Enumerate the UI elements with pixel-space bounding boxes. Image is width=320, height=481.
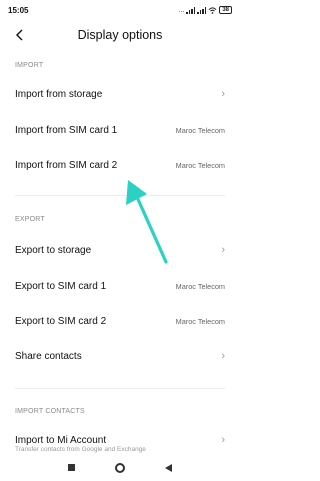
row-export-to-sim2[interactable]: Export to SIM card 2 Maroc Telecom bbox=[0, 307, 240, 335]
section-label-export: EXPORT bbox=[15, 216, 45, 223]
chevron-right-icon: › bbox=[221, 434, 225, 446]
row-share-contacts[interactable]: Share contacts › bbox=[0, 342, 240, 370]
header: Display options bbox=[0, 22, 240, 50]
chevron-right-icon: › bbox=[221, 244, 225, 256]
section-label-import: IMPORT bbox=[15, 62, 44, 69]
row-value: Maroc Telecom bbox=[175, 125, 225, 135]
signal-icon bbox=[197, 6, 207, 14]
row-value: Maroc Telecom bbox=[175, 160, 225, 170]
chevron-right-icon: › bbox=[221, 88, 225, 100]
triangle-icon[interactable] bbox=[165, 463, 172, 472]
section-label-import-contacts: IMPORT CONTACTS bbox=[15, 408, 85, 415]
row-import-from-sim1[interactable]: Import from SIM card 1 Maroc Telecom bbox=[0, 116, 240, 144]
row-label: Import from storage bbox=[15, 88, 103, 100]
chevron-right-icon: › bbox=[221, 350, 225, 362]
divider bbox=[15, 388, 225, 389]
row-label: Export to storage bbox=[15, 244, 92, 256]
circle-icon[interactable] bbox=[115, 462, 125, 473]
navigation-bar bbox=[0, 454, 240, 481]
square-icon[interactable] bbox=[68, 464, 75, 471]
page-title: Display options bbox=[77, 28, 163, 42]
row-export-to-sim1[interactable]: Export to SIM card 1 Maroc Telecom bbox=[0, 272, 240, 300]
row-export-to-storage[interactable]: Export to storage › bbox=[0, 236, 240, 264]
row-value: Maroc Telecom bbox=[175, 316, 225, 326]
status-time: 15:05 bbox=[8, 5, 29, 15]
wifi-icon bbox=[208, 6, 217, 14]
row-label: Import to Mi Account bbox=[15, 434, 107, 446]
status-dots: ... bbox=[178, 6, 185, 14]
row-label: Import from SIM card 2 bbox=[15, 159, 118, 171]
battery-icon: 38 bbox=[219, 6, 232, 14]
row-label: Export to SIM card 1 bbox=[15, 280, 107, 292]
row-label: Export to SIM card 2 bbox=[15, 315, 107, 327]
row-label: Import from SIM card 1 bbox=[15, 124, 118, 136]
row-import-to-mi-account[interactable]: Import to Mi Account › Transfer contacts… bbox=[0, 426, 240, 454]
signal-icon bbox=[186, 6, 196, 14]
row-subtitle: Transfer contacts from Google and Exchan… bbox=[15, 446, 146, 453]
row-import-from-sim2[interactable]: Import from SIM card 2 Maroc Telecom bbox=[0, 151, 240, 179]
status-bar: 15:05 ... 38 bbox=[0, 0, 240, 20]
row-value: Maroc Telecom bbox=[175, 281, 225, 291]
divider bbox=[15, 195, 225, 196]
row-label: Share contacts bbox=[15, 350, 82, 362]
row-import-from-storage[interactable]: Import from storage › bbox=[0, 80, 240, 108]
status-icons: ... 38 bbox=[178, 6, 232, 14]
